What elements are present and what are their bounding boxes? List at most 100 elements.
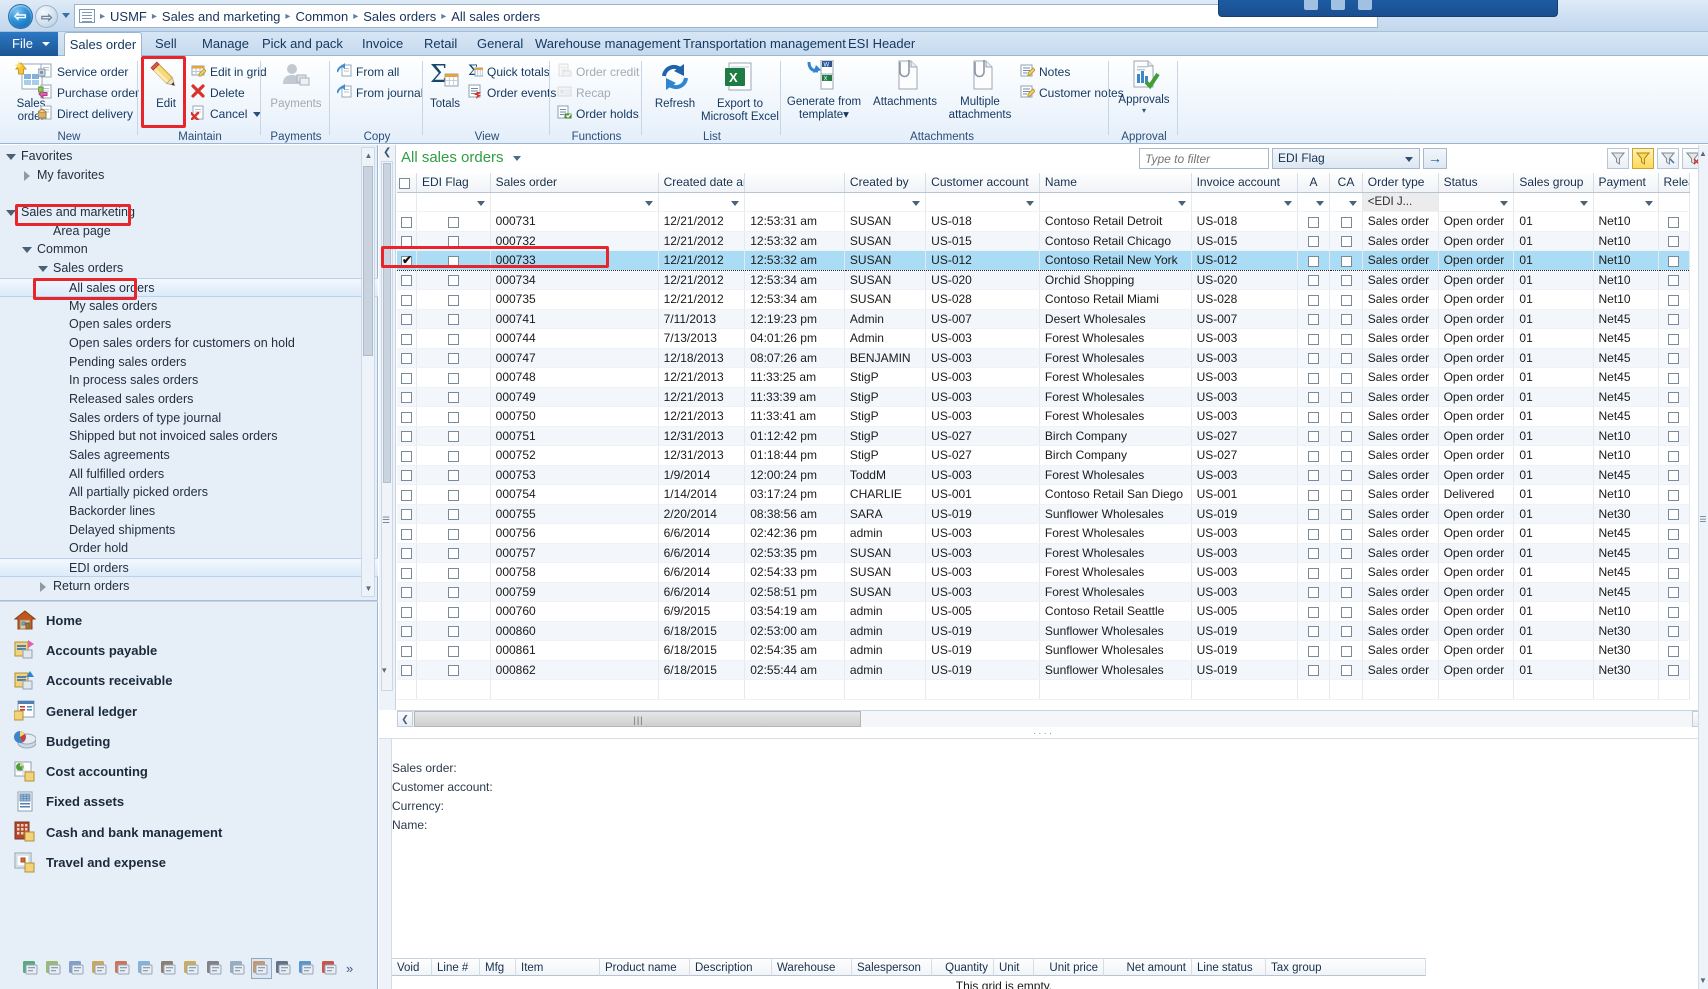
column-header-edi_flag[interactable]: EDI Flag xyxy=(416,173,491,193)
line-column-header-void[interactable]: Void xyxy=(392,958,432,976)
breadcrumb-item-2[interactable]: Common xyxy=(293,9,350,24)
people-icon[interactable] xyxy=(68,959,87,978)
cell-edi_flag[interactable] xyxy=(416,426,491,446)
cell-edi_flag[interactable] xyxy=(416,387,491,407)
filter-cell-edi_flag[interactable] xyxy=(416,192,491,212)
forward-button[interactable]: ⇨ xyxy=(35,5,58,28)
tab-invoice[interactable]: Invoice xyxy=(352,32,413,56)
cell-release[interactable] xyxy=(1658,289,1690,310)
ca-checkbox[interactable] xyxy=(1340,470,1352,482)
table-row[interactable]: 000752 12/31/2013 01:18:44 pm StigP US-027 Bi… xyxy=(397,445,1690,466)
cell-ca[interactable] xyxy=(1329,406,1363,427)
row-select-checkbox[interactable] xyxy=(401,353,412,365)
edi-flag-checkbox[interactable] xyxy=(447,567,459,579)
column-header-created_time[interactable] xyxy=(744,173,845,193)
nav-item-in-process-sales-orders[interactable]: In process sales orders xyxy=(0,371,378,390)
filter-cell-order-type-value[interactable]: <EDI J... xyxy=(1362,192,1439,212)
edi-flag-checkbox[interactable] xyxy=(447,509,459,521)
direct-delivery-button[interactable]: Direct delivery xyxy=(37,104,133,124)
tab-retail[interactable]: Retail xyxy=(414,32,467,56)
cell-check[interactable] xyxy=(397,406,417,427)
cell-a[interactable] xyxy=(1297,387,1331,407)
cell-release[interactable] xyxy=(1658,543,1690,563)
totals-button[interactable]: Σ Totals xyxy=(424,60,466,110)
cell-release[interactable] xyxy=(1658,387,1690,407)
a-checkbox[interactable] xyxy=(1308,528,1320,540)
window-icon[interactable] xyxy=(137,959,156,978)
table-row[interactable]: 000861 6/18/2015 02:54:35 am admin US-019 Sun… xyxy=(397,640,1690,661)
back-button[interactable]: ⇦ xyxy=(8,4,33,29)
cell-ca[interactable] xyxy=(1329,367,1363,388)
cell-ca[interactable] xyxy=(1329,250,1363,271)
release-checkbox[interactable] xyxy=(1668,294,1680,306)
ca-checkbox[interactable] xyxy=(1340,509,1352,521)
release-checkbox[interactable] xyxy=(1668,665,1680,677)
expand-triangle-icon[interactable] xyxy=(6,154,16,160)
cell-a[interactable] xyxy=(1297,367,1331,388)
cell-ca[interactable] xyxy=(1329,348,1363,368)
nav-item-pending-sales-orders[interactable]: Pending sales orders xyxy=(0,353,378,372)
grid-new-row[interactable] xyxy=(397,679,1690,700)
row-select-checkbox[interactable] xyxy=(401,567,412,579)
row-select-checkbox[interactable] xyxy=(401,253,412,267)
cell-a[interactable] xyxy=(1297,504,1331,524)
module-item-travel-and-expense[interactable]: Travel and expense xyxy=(0,847,378,877)
filter-cell-release[interactable] xyxy=(1658,192,1690,212)
ca-checkbox[interactable] xyxy=(1340,528,1352,540)
cell-ca[interactable] xyxy=(1329,465,1363,485)
tab-sales-order[interactable]: Sales order xyxy=(64,32,142,57)
ca-checkbox[interactable] xyxy=(1340,353,1352,365)
breadcrumb[interactable]: ▸ USMF ▸ Sales and marketing ▸ Common ▸ … xyxy=(74,4,1378,28)
release-checkbox[interactable] xyxy=(1668,450,1680,462)
cell-edi_flag[interactable] xyxy=(416,601,491,622)
row-select-checkbox[interactable] xyxy=(401,431,412,443)
collapse-triangle-icon[interactable] xyxy=(40,581,46,592)
grid-horizontal-scrollbar[interactable]: ❮ ||| ❯ xyxy=(397,710,1708,727)
order-events-button[interactable]: Order events xyxy=(468,83,556,103)
cell-check[interactable] xyxy=(397,523,417,544)
edit-button[interactable]: Edit xyxy=(143,60,189,110)
collapse-chevron-icon[interactable]: ❮ xyxy=(383,147,391,158)
edi-flag-checkbox[interactable] xyxy=(447,275,459,287)
filter-cell-created_time[interactable] xyxy=(744,192,845,212)
release-checkbox[interactable] xyxy=(1668,567,1680,579)
cell-check[interactable] xyxy=(397,621,417,641)
approvals-button[interactable]: Approvals ▾ xyxy=(1114,60,1174,115)
tab-sell[interactable]: Sell xyxy=(145,32,187,56)
row-select-checkbox[interactable] xyxy=(401,489,412,501)
breadcrumb-item-4[interactable]: All sales orders xyxy=(449,9,542,24)
nav-item-my-favorites[interactable]: My favorites xyxy=(0,166,378,185)
a-checkbox[interactable] xyxy=(1308,606,1320,618)
release-checkbox[interactable] xyxy=(1668,645,1680,657)
cell-a[interactable] xyxy=(1297,445,1331,466)
cell-ca[interactable] xyxy=(1329,562,1363,583)
expand-triangle-icon[interactable] xyxy=(22,247,32,254)
line-column-header-salesperson[interactable]: Salesperson xyxy=(852,958,932,976)
module-item-budgeting[interactable]: Budgeting xyxy=(0,726,378,756)
release-checkbox[interactable] xyxy=(1668,236,1680,248)
cell-edi_flag[interactable] xyxy=(416,660,491,680)
cell-edi_flag[interactable] xyxy=(416,309,491,329)
filter-caret-icon[interactable] xyxy=(912,200,921,206)
edi-flag-checkbox[interactable] xyxy=(447,665,459,677)
cell-release[interactable] xyxy=(1658,523,1690,544)
a-checkbox[interactable] xyxy=(1308,294,1320,306)
nav-item-open-sales-orders-for-customers-on-hold[interactable]: Open sales orders for customers on hold xyxy=(0,334,378,353)
release-checkbox[interactable] xyxy=(1668,216,1680,228)
table-row[interactable]: 000751 12/31/2013 01:12:42 pm StigP US-027 Bi… xyxy=(397,426,1690,446)
nav-item-common[interactable]: Common xyxy=(0,240,378,259)
filter-cell-status[interactable] xyxy=(1438,192,1515,212)
cell-edi_flag[interactable] xyxy=(416,543,491,563)
cell-release[interactable] xyxy=(1658,660,1690,680)
row-select-checkbox[interactable] xyxy=(401,470,412,482)
advanced-filter-button[interactable] xyxy=(1657,148,1679,169)
nav-item-sales-orders[interactable]: Sales orders xyxy=(0,259,378,278)
nav-item-sales-and-marketing[interactable]: Sales and marketing xyxy=(0,203,378,222)
line-column-header-product-name[interactable]: Product name xyxy=(600,958,690,976)
cell-release[interactable] xyxy=(1658,562,1690,583)
filter-by-grid-button[interactable] xyxy=(1607,148,1629,169)
cell-edi_flag[interactable] xyxy=(416,289,491,310)
cell-a[interactable] xyxy=(1297,328,1331,349)
filter-cell-ca[interactable] xyxy=(1329,192,1363,212)
cell-edi_flag[interactable] xyxy=(416,270,491,290)
